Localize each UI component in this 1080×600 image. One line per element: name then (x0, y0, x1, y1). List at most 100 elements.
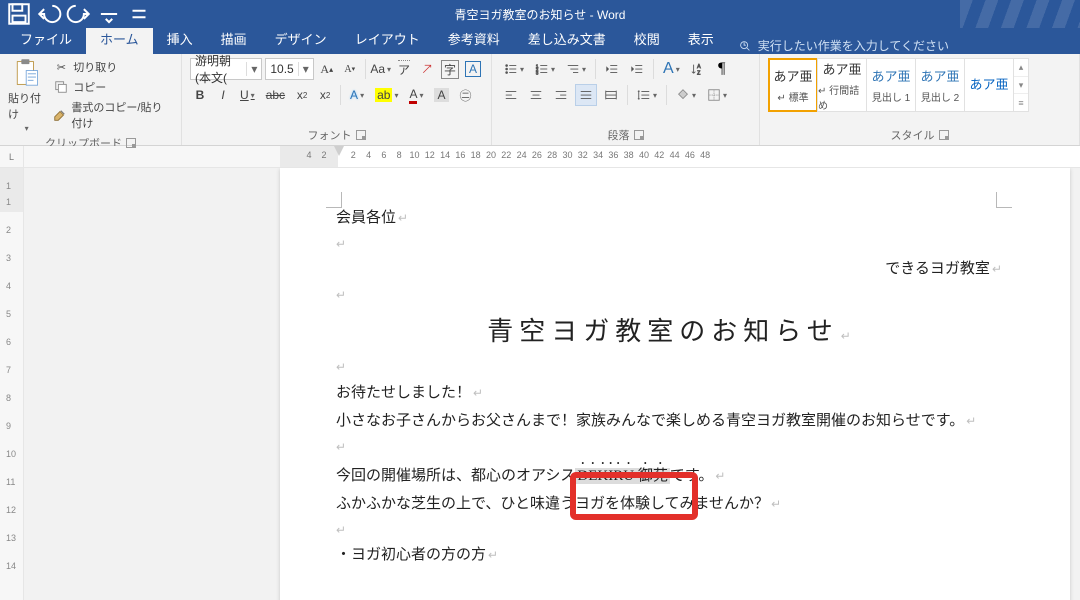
group-styles-label: スタイル (891, 127, 935, 143)
crop-mark-icon (996, 192, 1012, 208)
doc-p3b: です。 (670, 468, 714, 484)
align-justify-button[interactable] (575, 84, 597, 106)
tab-design[interactable]: デザイン (261, 24, 341, 54)
redo-icon[interactable] (66, 2, 92, 26)
clear-format-button[interactable] (417, 58, 437, 80)
doc-blank: ↵ (336, 356, 1002, 379)
cut-button[interactable]: ✂切り取り (51, 58, 173, 76)
group-paragraph-label: 段落 (608, 127, 630, 143)
style-heading1[interactable]: あア亜見出し 1 (866, 58, 916, 112)
svg-text:Z: Z (697, 70, 701, 76)
brush-icon (53, 107, 67, 123)
copy-button[interactable]: コピー (51, 78, 173, 96)
style-heading2[interactable]: あア亜見出し 2 (915, 58, 965, 112)
ruler-corner: L (0, 146, 24, 167)
doc-p4: ふかふかな芝生の上で、ひと味違うヨガを体験してみませんか？ (336, 496, 769, 512)
distributed-button[interactable] (600, 84, 622, 106)
multilevel-button[interactable]: ▾ (562, 58, 590, 80)
horizontal-ruler[interactable]: 4224681012141618202224262830323436384042… (280, 146, 1080, 167)
window-title: 青空ヨガ教室のお知らせ - Word (0, 6, 1080, 23)
tell-me-search[interactable]: 実行したい作業を入力してください (728, 37, 959, 54)
borders-button[interactable]: ▾ (703, 84, 731, 106)
tab-draw[interactable]: 描画 (207, 24, 261, 54)
doc-blank: ↵ (336, 519, 1002, 542)
doc-p2: 小さなお子さんからお父さんまで！家族みんなで楽しめる青空ヨガ教室開催のお知らせで… (336, 413, 964, 429)
show-marks-button[interactable]: ¶ (712, 58, 732, 80)
qat-more-icon[interactable] (96, 2, 122, 26)
char-shading-button[interactable]: A (430, 84, 452, 106)
strike-button[interactable]: abc (262, 84, 289, 106)
style-more[interactable]: あア亜 (964, 58, 1014, 112)
doc-emphasized-text: DEKIRU 御苑 (575, 468, 669, 484)
doc-blank: ↵ (336, 284, 1002, 307)
tab-references[interactable]: 参考資料 (434, 24, 514, 54)
indent-inc-button[interactable] (626, 58, 648, 80)
subscript-button[interactable]: x2 (292, 84, 312, 106)
qat-overflow-icon[interactable] (126, 2, 152, 26)
font-dialog-launcher[interactable] (356, 130, 366, 140)
bold-button[interactable]: B (190, 84, 210, 106)
superscript-button[interactable]: x2 (315, 84, 335, 106)
align-center-button[interactable] (525, 84, 547, 106)
char-border-button[interactable]: A (463, 58, 483, 80)
styles-gallery[interactable]: あア亜↵ 標準 あア亜↵ 行間詰め あア亜見出し 1 あア亜見出し 2 あア亜 … (768, 58, 1071, 112)
title-decoration (960, 0, 1080, 28)
phonetic-guide-button[interactable]: ア (394, 58, 414, 80)
line-spacing-button[interactable]: ▾ (633, 84, 661, 106)
doc-sender: できるヨガ教室 (885, 261, 990, 277)
group-font-label: フォント (308, 127, 352, 143)
doc-blank: ↵ (336, 233, 1002, 256)
change-case-button[interactable]: Aa▾ (370, 58, 391, 80)
shading-button[interactable]: ▾ (672, 84, 700, 106)
font-color-button[interactable]: A▾ (405, 84, 427, 106)
enclose-combo-button[interactable]: ㊁ (456, 84, 476, 106)
crop-mark-icon (326, 192, 342, 208)
svg-text:A: A (697, 64, 701, 70)
tab-insert[interactable]: 挿入 (153, 24, 207, 54)
font-size-combo[interactable]: 10.5▾ (265, 58, 313, 80)
doc-p1: お待たせしました！ (336, 385, 471, 401)
copy-icon (53, 79, 69, 95)
undo-icon[interactable] (36, 2, 62, 26)
style-normal[interactable]: あア亜↵ 標準 (768, 58, 818, 112)
highlight-button[interactable]: ab▾ (371, 84, 402, 106)
tell-me-placeholder: 実行したい作業を入力してください (758, 37, 949, 54)
styles-dialog-launcher[interactable] (939, 130, 949, 140)
numbering-button[interactable]: 123▾ (531, 58, 559, 80)
text-effects-button[interactable]: A▾ (346, 84, 368, 106)
page: 会員各位↵ ↵ できるヨガ教室↵ ↵ 青空ヨガ教室のお知らせ↵ ↵ お待たせしま… (280, 168, 1070, 600)
format-painter-button[interactable]: 書式のコピー/貼り付け (51, 98, 173, 132)
paragraph-dialog-launcher[interactable] (634, 130, 644, 140)
tab-layout[interactable]: レイアウト (341, 24, 434, 54)
tab-view[interactable]: 表示 (674, 24, 728, 54)
shrink-font-button[interactable]: A▾ (340, 58, 360, 80)
sort-button[interactable]: AZ (687, 58, 709, 80)
styles-scroll[interactable]: ▴▾≡ (1013, 58, 1029, 112)
tab-home[interactable]: ホーム (86, 24, 153, 54)
align-right-button[interactable] (550, 84, 572, 106)
indent-dec-button[interactable] (601, 58, 623, 80)
tab-mailings[interactable]: 差し込み文書 (514, 24, 620, 54)
clipboard-dialog-launcher[interactable] (126, 138, 136, 148)
font-name-combo[interactable]: 游明朝 (本文(▾ (190, 58, 262, 80)
align-left-button[interactable] (500, 84, 522, 106)
italic-button[interactable]: I (213, 84, 233, 106)
document-canvas[interactable]: 会員各位↵ ↵ できるヨガ教室↵ ↵ 青空ヨガ教室のお知らせ↵ ↵ お待たせしま… (24, 168, 1080, 600)
quicksave-icon[interactable] (6, 2, 32, 26)
tab-review[interactable]: 校閲 (620, 24, 674, 54)
enclose-char-button[interactable]: 字 (440, 58, 460, 80)
doc-blank: ↵ (336, 436, 1002, 459)
style-nospacing[interactable]: あア亜↵ 行間詰め (817, 58, 867, 112)
tab-file[interactable]: ファイル (6, 24, 86, 54)
svg-text:3: 3 (536, 70, 539, 75)
paste-button[interactable]: 貼り付け ▾ (8, 58, 45, 133)
doc-title: 青空ヨガ教室のお知らせ (487, 317, 838, 346)
scissors-icon: ✂ (53, 59, 69, 75)
text-direction-button[interactable]: A▾ (659, 58, 684, 80)
bullets-button[interactable]: ▾ (500, 58, 528, 80)
paste-label: 貼り付け (8, 90, 45, 122)
vertical-ruler[interactable]: 11234567891011121314 (0, 168, 24, 600)
doc-line-1: 会員各位 (336, 210, 396, 226)
underline-button[interactable]: U▾ (236, 84, 259, 106)
grow-font-button[interactable]: A▴ (317, 58, 337, 80)
